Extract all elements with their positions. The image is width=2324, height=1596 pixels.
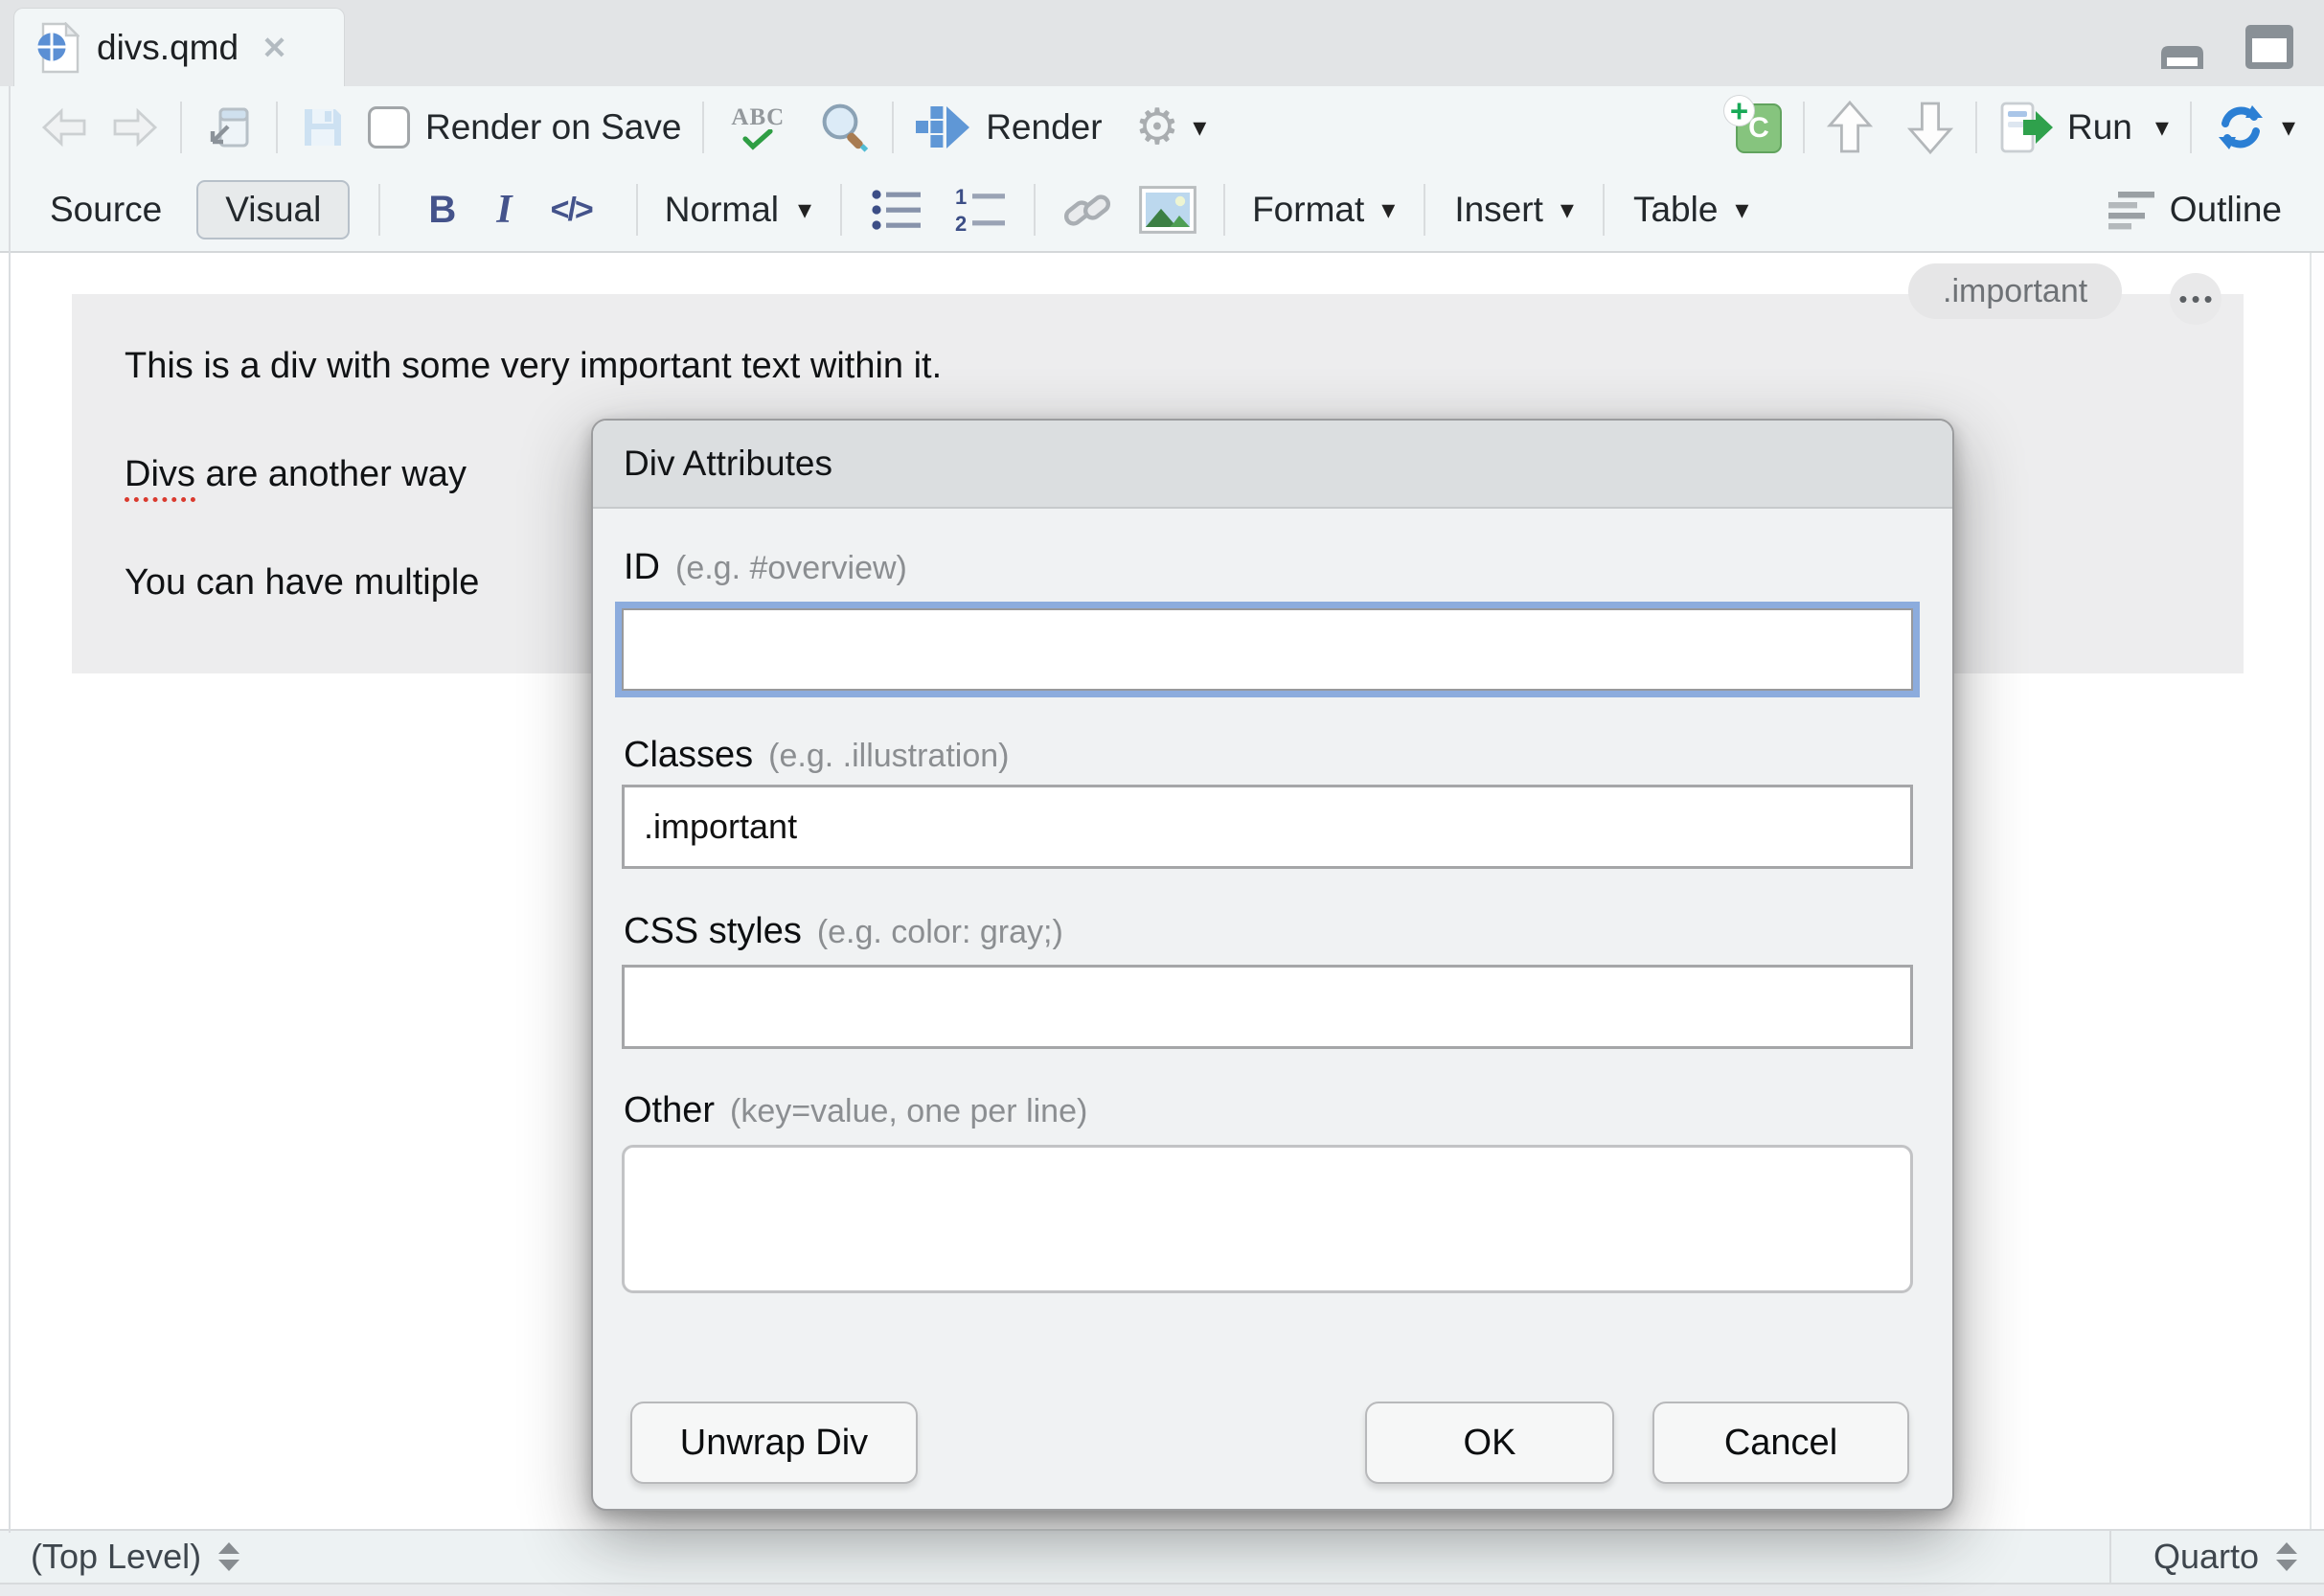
css-styles-input[interactable] bbox=[622, 965, 1913, 1049]
cancel-button[interactable]: Cancel bbox=[1652, 1402, 1909, 1484]
tab-title: divs.qmd bbox=[97, 28, 239, 68]
divider bbox=[1034, 184, 1036, 236]
spellcheck-icon[interactable]: ABC bbox=[731, 105, 785, 150]
paragraph[interactable]: Divs are another way bbox=[125, 453, 467, 497]
visual-mode-button[interactable]: Visual bbox=[196, 180, 350, 239]
italic-button[interactable]: I bbox=[496, 187, 512, 233]
pane-border bbox=[9, 86, 11, 1533]
outline-level-selector[interactable]: (Top Level) bbox=[0, 1537, 241, 1577]
paragraph-style-caret-icon[interactable]: ▾ bbox=[798, 196, 811, 223]
editor-toolbar: Render on Save ABC Render ⚙ ▾ C bbox=[0, 86, 2324, 169]
table-menu-caret-icon[interactable]: ▾ bbox=[1735, 196, 1748, 223]
paragraph[interactable]: This is a div with some very important t… bbox=[125, 345, 942, 389]
outline-icon bbox=[2107, 189, 2156, 231]
bullet-list-icon[interactable] bbox=[871, 187, 924, 233]
chunk-plus-glyph: + bbox=[1724, 96, 1754, 125]
paragraph[interactable]: You can have multiple bbox=[125, 561, 479, 605]
paragraph-style-dropdown[interactable]: Normal bbox=[665, 190, 779, 230]
save-icon[interactable] bbox=[299, 103, 347, 151]
insert-menu[interactable]: Insert bbox=[1454, 190, 1543, 230]
classes-field-label: Classes(e.g. .illustration) bbox=[624, 735, 1009, 776]
code-button[interactable]: </> bbox=[551, 192, 592, 229]
id-field-label: ID(e.g. #overview) bbox=[624, 547, 907, 588]
arrow-up-icon[interactable] bbox=[1826, 99, 1874, 156]
divider bbox=[840, 184, 842, 236]
divider bbox=[1603, 184, 1605, 236]
insert-menu-caret-icon[interactable]: ▾ bbox=[1561, 196, 1574, 223]
search-icon[interactable] bbox=[817, 101, 871, 154]
ellipsis-icon: ••• bbox=[2178, 285, 2216, 314]
format-toolbar: Source Visual B I </> Normal ▾ 1 2 bbox=[0, 169, 2324, 253]
render-on-save-label: Render on Save bbox=[425, 107, 681, 148]
svg-text:2: 2 bbox=[955, 212, 967, 233]
run-label: Run bbox=[2067, 107, 2132, 148]
document-type-selector[interactable]: Quarto bbox=[2109, 1531, 2324, 1583]
open-in-new-window-icon[interactable] bbox=[203, 102, 255, 153]
sorter-icon bbox=[216, 1540, 241, 1573]
rerun-source-icon[interactable] bbox=[2213, 103, 2268, 151]
run-button[interactable]: Run bbox=[1998, 100, 2132, 155]
divider bbox=[1803, 102, 1805, 153]
divider bbox=[702, 102, 704, 153]
tab-close-icon[interactable]: ✕ bbox=[262, 33, 287, 63]
link-icon[interactable] bbox=[1060, 185, 1114, 235]
id-input[interactable] bbox=[622, 608, 1913, 691]
render-button[interactable]: Render bbox=[915, 105, 1102, 149]
run-icon bbox=[1998, 100, 2054, 155]
format-menu[interactable]: Format bbox=[1252, 190, 1364, 230]
other-textarea[interactable] bbox=[622, 1145, 1913, 1293]
tab-divs-qmd[interactable]: divs.qmd ✕ bbox=[13, 8, 345, 87]
outline-toggle[interactable]: Outline bbox=[2170, 190, 2282, 230]
status-bar: (Top Level) Quarto bbox=[0, 1529, 2324, 1585]
divider bbox=[636, 184, 638, 236]
back-icon[interactable] bbox=[40, 105, 90, 149]
dialog-title: Div Attributes bbox=[624, 444, 832, 484]
misspelled-word: Divs bbox=[125, 454, 195, 502]
divider bbox=[1223, 184, 1225, 236]
divider bbox=[180, 102, 182, 153]
numbered-list-icon[interactable]: 1 2 bbox=[955, 187, 1009, 233]
divider bbox=[1424, 184, 1425, 236]
div-options-button[interactable]: ••• bbox=[2170, 273, 2221, 325]
sorter-icon bbox=[2274, 1540, 2299, 1573]
table-menu[interactable]: Table bbox=[1633, 190, 1718, 230]
insert-chunk-icon[interactable]: C + bbox=[1728, 100, 1782, 155]
other-field-label: Other(key=value, one per line) bbox=[624, 1090, 1087, 1131]
run-options-caret-icon[interactable]: ▾ bbox=[2155, 114, 2169, 141]
quarto-file-icon bbox=[35, 22, 80, 74]
divider bbox=[2190, 102, 2192, 153]
image-icon[interactable] bbox=[1139, 186, 1196, 234]
div-class-badge: .important bbox=[1908, 263, 2122, 319]
render-icon bbox=[915, 105, 970, 149]
dialog-title-bar[interactable]: Div Attributes bbox=[593, 421, 1952, 509]
format-menu-caret-icon[interactable]: ▾ bbox=[1381, 196, 1395, 223]
maximize-icon[interactable] bbox=[2240, 21, 2299, 73]
divider bbox=[276, 102, 278, 153]
divider bbox=[892, 102, 894, 153]
tab-strip: divs.qmd ✕ bbox=[0, 0, 2324, 87]
bold-button[interactable]: B bbox=[428, 189, 456, 232]
divider bbox=[378, 184, 380, 236]
gear-icon[interactable]: ⚙ bbox=[1135, 103, 1180, 152]
forward-icon[interactable] bbox=[109, 105, 159, 149]
source-mode-button[interactable]: Source bbox=[50, 190, 162, 230]
source-options-caret-icon[interactable]: ▾ bbox=[2282, 114, 2295, 141]
ok-button[interactable]: OK bbox=[1365, 1402, 1614, 1484]
div-attributes-dialog: Div Attributes ID(e.g. #overview) Classe… bbox=[591, 419, 1954, 1511]
minimize-icon[interactable] bbox=[2153, 29, 2211, 73]
css-styles-field-label: CSS styles(e.g. color: gray;) bbox=[624, 911, 1063, 952]
render-options-caret-icon[interactable]: ▾ bbox=[1193, 114, 1206, 141]
render-label: Render bbox=[986, 107, 1102, 148]
vertical-scrollbar[interactable] bbox=[2310, 253, 2324, 1533]
svg-text:1: 1 bbox=[955, 187, 967, 209]
arrow-down-icon[interactable] bbox=[1906, 99, 1954, 156]
divider bbox=[1975, 102, 1977, 153]
unwrap-div-button[interactable]: Unwrap Div bbox=[630, 1402, 918, 1484]
classes-input[interactable] bbox=[622, 785, 1913, 869]
render-on-save-checkbox[interactable] bbox=[368, 106, 410, 148]
